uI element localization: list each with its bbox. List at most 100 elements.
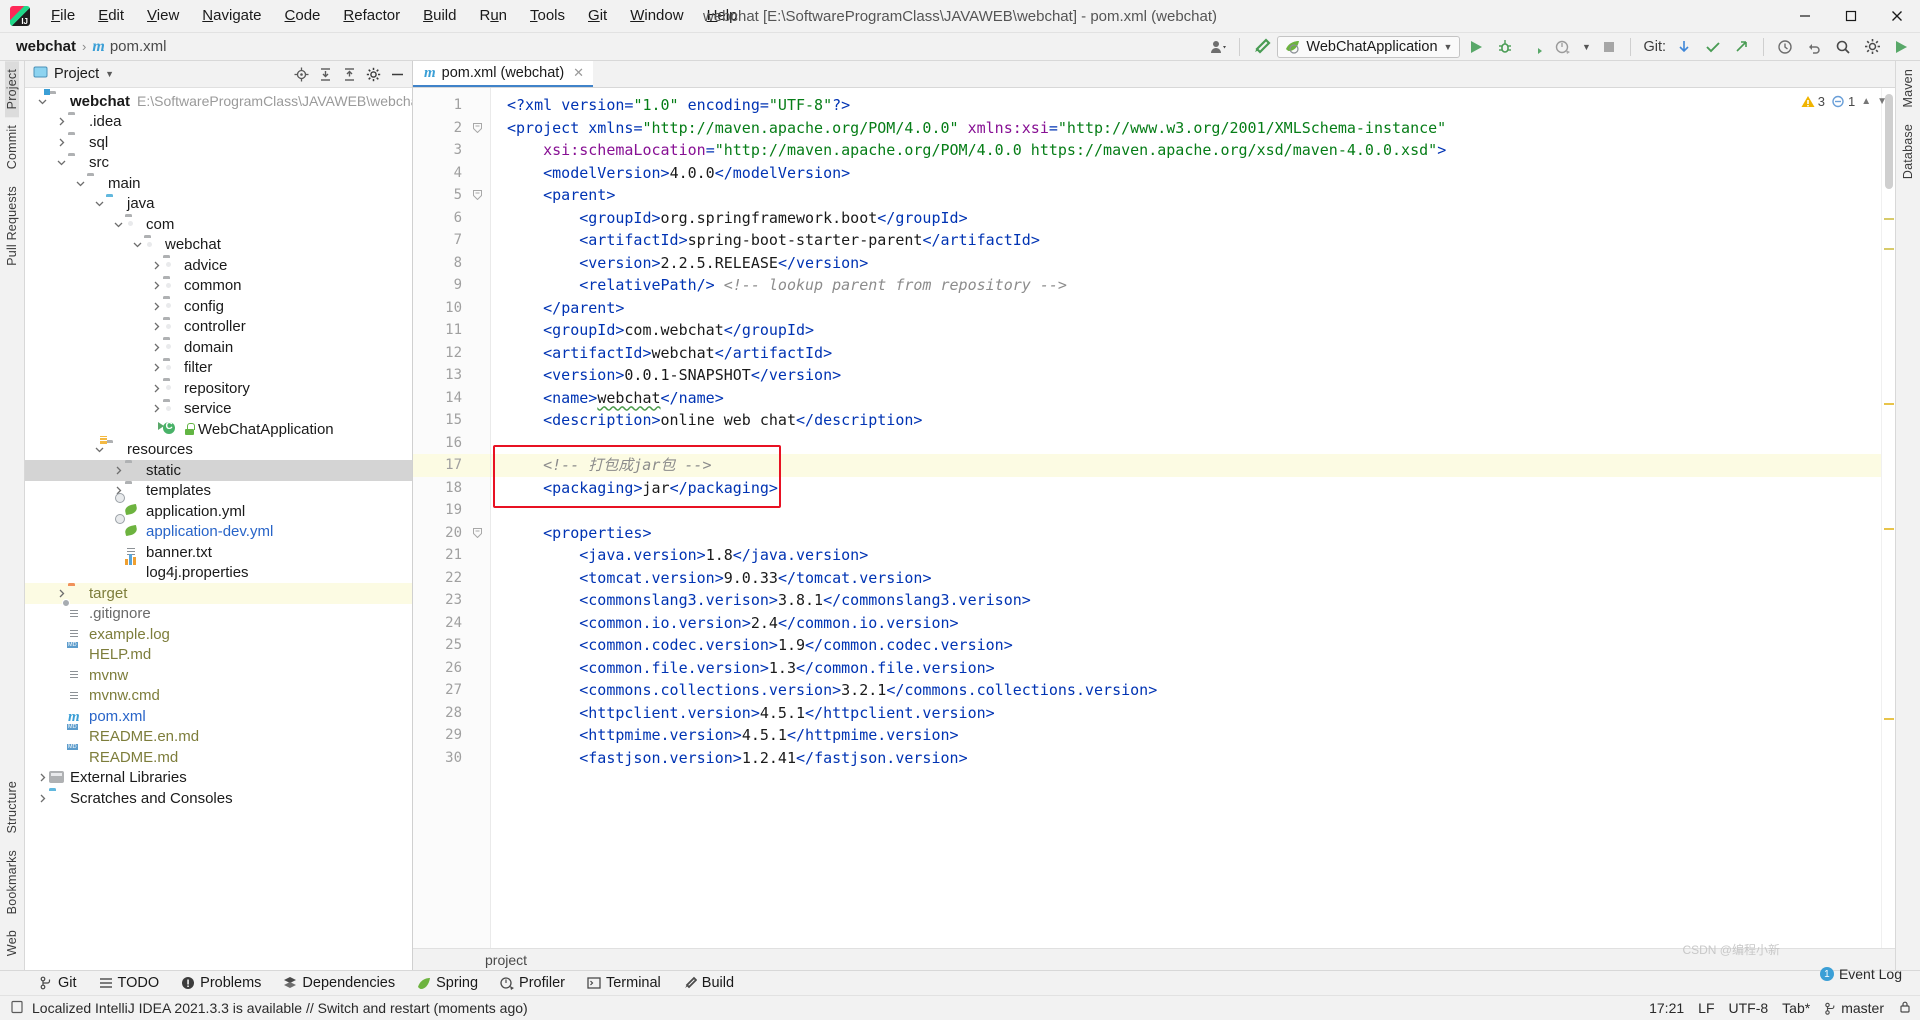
sidebar-tab-pull-requests[interactable]: Pull Requests: [5, 178, 19, 274]
chevron-right-icon[interactable]: [149, 299, 163, 313]
chevron-right-icon[interactable]: [35, 771, 49, 785]
menu-help[interactable]: Help: [696, 3, 749, 29]
git-update-button[interactable]: [1671, 35, 1697, 59]
tree-node-application-yml[interactable]: application.yml: [25, 501, 412, 522]
menu-tools[interactable]: Tools: [519, 3, 576, 29]
chevron-right-icon[interactable]: [54, 115, 68, 129]
menu-navigate[interactable]: Navigate: [191, 3, 272, 29]
breadcrumb-project[interactable]: webchat: [16, 38, 76, 55]
close-button[interactable]: [1874, 0, 1920, 33]
inspection-prev-icon[interactable]: ▲: [1861, 96, 1871, 107]
collapse-all-icon[interactable]: [338, 63, 360, 85]
menu-window[interactable]: Window: [619, 3, 694, 29]
tool-window-dependencies[interactable]: Dependencies: [272, 973, 406, 993]
tree-node-target[interactable]: target: [25, 583, 412, 604]
code-line[interactable]: <parent>: [491, 184, 1881, 207]
chevron-right-icon[interactable]: [54, 135, 68, 149]
chevron-right-icon[interactable]: [149, 340, 163, 354]
code-line[interactable]: <httpmime.version>4.5.1</httpmime.versio…: [491, 724, 1881, 747]
editor-tab-pom-xml[interactable]: m pom.xml (webchat) ✕: [413, 61, 594, 87]
status-branch[interactable]: master: [1824, 1000, 1884, 1016]
tree-node-application-dev-yml[interactable]: application-dev.yml: [25, 522, 412, 543]
tree-node-main[interactable]: main: [25, 173, 412, 194]
tree-node-readme-md[interactable]: README.md: [25, 747, 412, 768]
code-editor[interactable]: 1 2 3 4 5 6 7 8 9 10 11 12 13 14 15 16 17 18 19 20 21 22 23 24 2…: [413, 88, 1895, 948]
code-content[interactable]: <?xml version="1.0" encoding="UTF-8"?> <p…: [491, 88, 1881, 948]
tool-window-profiler[interactable]: Profiler: [489, 973, 576, 993]
tree-node-src[interactable]: src: [25, 153, 412, 174]
tool-window-terminal[interactable]: Terminal: [576, 973, 672, 993]
lock-icon[interactable]: [1898, 1000, 1912, 1017]
tree-node-static[interactable]: static: [25, 460, 412, 481]
tree-node-config[interactable]: config: [25, 296, 412, 317]
tool-window-spring[interactable]: Spring: [406, 973, 489, 993]
sidebar-tab-maven[interactable]: Maven: [1901, 61, 1915, 116]
code-line[interactable]: <common.codec.version>1.9</common.codec.…: [491, 634, 1881, 657]
code-line[interactable]: <artifactId>spring-boot-starter-parent</…: [491, 229, 1881, 252]
code-line[interactable]: <relativePath/> <!-- lookup parent from …: [491, 274, 1881, 297]
tree-node-mvnw[interactable]: mvnw: [25, 665, 412, 686]
sidebar-tab-commit[interactable]: Commit: [5, 117, 19, 177]
code-line[interactable]: <artifactId>webchat</artifactId>: [491, 342, 1881, 365]
tree-node-controller[interactable]: controller: [25, 317, 412, 338]
undo-button[interactable]: [1801, 35, 1827, 59]
chevron-right-icon[interactable]: [149, 402, 163, 416]
menu-view[interactable]: View: [136, 3, 190, 29]
code-line[interactable]: <packaging>jar</packaging>: [491, 477, 1881, 500]
run-configuration-selector[interactable]: WebChatApplication ▼: [1277, 35, 1461, 58]
code-line[interactable]: </parent>: [491, 297, 1881, 320]
tree-node-readme-en-md[interactable]: README.en.md: [25, 727, 412, 748]
code-line[interactable]: [491, 499, 1881, 522]
code-line[interactable]: <name>webchat</name>: [491, 387, 1881, 410]
event-log-widget[interactable]: 1 Event Log: [1819, 966, 1902, 982]
code-line[interactable]: <!-- 打包成jar包 -->: [491, 454, 1881, 477]
tree-node-gitignore[interactable]: .gitignore: [25, 598, 412, 625]
sidebar-tab-database[interactable]: Database: [1901, 116, 1915, 187]
expand-all-icon[interactable]: [314, 63, 336, 85]
stop-button[interactable]: [1596, 35, 1622, 59]
tree-node-templates[interactable]: templates: [25, 481, 412, 502]
menu-git[interactable]: Git: [577, 3, 618, 29]
inspection-widget[interactable]: 3 1 ▲ ▼: [1793, 88, 1895, 114]
code-line[interactable]: <commonslang3.verison>3.8.1</commonslang…: [491, 589, 1881, 612]
tree-node-domain[interactable]: domain: [25, 337, 412, 358]
code-line[interactable]: <description>online web chat</descriptio…: [491, 409, 1881, 432]
tree-node-webchat[interactable]: webchat: [25, 235, 412, 256]
status-line-separator[interactable]: LF: [1698, 1000, 1714, 1016]
tree-node-advice[interactable]: advice: [25, 255, 412, 276]
code-line[interactable]: <tomcat.version>9.0.33</tomcat.version>: [491, 567, 1881, 590]
code-fold-icon[interactable]: [472, 122, 484, 134]
tree-node-external-libraries[interactable]: External Libraries: [25, 768, 412, 789]
menu-file[interactable]: File: [40, 3, 86, 29]
warning-count[interactable]: 3: [1801, 94, 1825, 109]
chevron-down-icon[interactable]: [111, 217, 125, 231]
run-anything-button[interactable]: [1888, 35, 1914, 59]
line-number-gutter[interactable]: 1 2 3 4 5 6 7 8 9 10 11 12 13 14 15 16 17 18 19 20 21 22 23 24 2…: [413, 88, 491, 948]
code-line[interactable]: <?xml version="1.0" encoding="UTF-8"?>: [491, 94, 1881, 117]
tree-node-service[interactable]: service: [25, 399, 412, 420]
tool-window-todo[interactable]: TODO: [88, 973, 171, 993]
tree-node-mvnw-cmd[interactable]: mvnw.cmd: [25, 686, 412, 707]
chevron-right-icon[interactable]: [149, 381, 163, 395]
tree-node-idea[interactable]: .idea: [25, 112, 412, 133]
project-tree[interactable]: webchat E:\SoftwareProgramClass\JAVAWEB\w…: [25, 88, 412, 970]
chevron-right-icon[interactable]: [149, 320, 163, 334]
locate-file-icon[interactable]: [290, 63, 312, 85]
code-line[interactable]: <modelVersion>4.0.0</modelVersion>: [491, 162, 1881, 185]
menu-build[interactable]: Build: [412, 3, 467, 29]
tool-window-build[interactable]: Build: [672, 973, 745, 993]
tree-node-banner-txt[interactable]: banner.txt: [25, 542, 412, 563]
git-push-button[interactable]: [1729, 35, 1755, 59]
git-commit-button[interactable]: [1700, 35, 1726, 59]
code-fold-icon[interactable]: [472, 527, 484, 539]
sidebar-tab-web[interactable]: Web: [5, 922, 19, 964]
profiler-button[interactable]: [1550, 35, 1576, 59]
code-line[interactable]: <fastjson.version>1.2.41</fastjson.versi…: [491, 747, 1881, 770]
code-line[interactable]: <httpclient.version>4.5.1</httpclient.ve…: [491, 702, 1881, 725]
weak-warning-count[interactable]: 1: [1831, 94, 1855, 109]
tree-node-webchat[interactable]: webchat E:\SoftwareProgramClass\JAVAWEB\w…: [25, 89, 412, 112]
tree-node-repository[interactable]: repository: [25, 378, 412, 399]
tree-node-filter[interactable]: filter: [25, 358, 412, 379]
tree-node-webchatapplication[interactable]: WebChatApplication: [25, 419, 412, 440]
chevron-right-icon[interactable]: [35, 791, 49, 805]
